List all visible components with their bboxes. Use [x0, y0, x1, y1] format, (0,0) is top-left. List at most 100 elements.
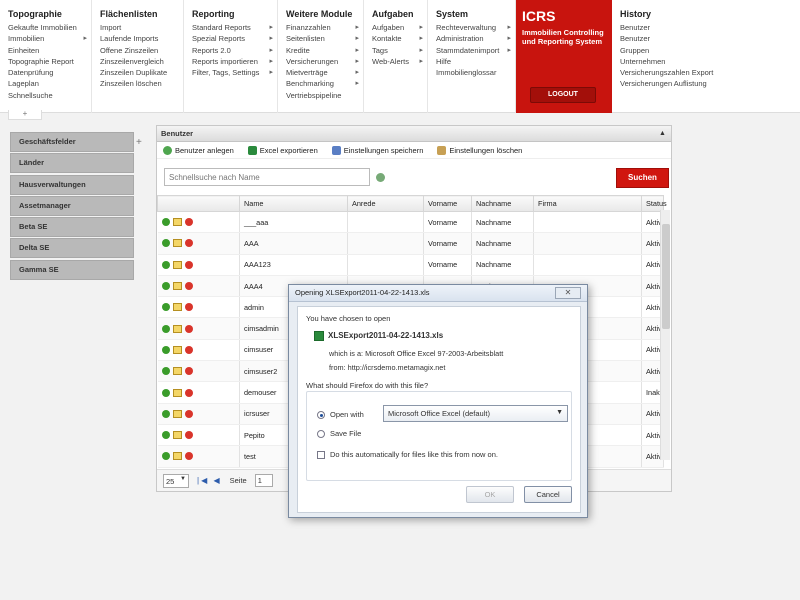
- delete-icon[interactable]: [184, 239, 193, 248]
- auto-action-checkbox[interactable]: [317, 451, 325, 459]
- edit-icon[interactable]: [172, 431, 182, 440]
- history-item[interactable]: Benutzer: [620, 33, 792, 44]
- menu-item[interactable]: Immobilien ▸: [8, 33, 87, 44]
- column-header[interactable]: Vorname: [423, 195, 472, 212]
- menu-item[interactable]: Vertriebspipeline: [286, 90, 355, 101]
- menu-item[interactable]: Seitenlisten ▸: [286, 33, 359, 44]
- activate-icon[interactable]: [161, 409, 170, 418]
- activate-icon[interactable]: [161, 239, 170, 248]
- menu-item[interactable]: Aufgaben ▸: [372, 22, 423, 33]
- menu-item[interactable]: Laufende Imports: [100, 33, 175, 44]
- menu-item[interactable]: Tags ▸: [372, 45, 423, 56]
- delete-icon[interactable]: [184, 282, 193, 291]
- sidebar-item[interactable]: Assetmanager: [10, 195, 134, 216]
- delete-icon[interactable]: [184, 431, 193, 440]
- activate-icon[interactable]: [161, 218, 170, 227]
- sidebar-item[interactable]: Hausverwaltungen: [10, 174, 134, 195]
- edit-icon[interactable]: [172, 345, 182, 354]
- edit-icon[interactable]: [172, 260, 182, 269]
- activate-icon[interactable]: [161, 388, 170, 397]
- menu-item[interactable]: Zinszeilen Duplikate: [100, 67, 175, 78]
- table-row[interactable]: ___aaa Vorname Nachname Aktiv: [157, 211, 664, 234]
- column-header[interactable]: Name: [239, 195, 348, 212]
- page-number-input[interactable]: 1: [254, 474, 273, 487]
- menu-item[interactable]: Datenprüfung: [8, 67, 83, 78]
- edit-icon[interactable]: [172, 452, 182, 461]
- delete-settings-button[interactable]: Einstellungen löschen: [437, 145, 522, 155]
- open-with-radio[interactable]: [317, 411, 325, 419]
- column-header[interactable]: Firma: [533, 195, 642, 212]
- edit-icon[interactable]: [172, 239, 182, 248]
- history-item[interactable]: Gruppen: [620, 45, 792, 56]
- search-go-icon[interactable]: [376, 173, 385, 182]
- menu-item[interactable]: Reports 2.0 ▸: [192, 45, 273, 56]
- menu-item[interactable]: Zinszeilenvergleich: [100, 56, 175, 67]
- menu-item[interactable]: Finanzzahlen ▸: [286, 22, 359, 33]
- menu-item[interactable]: Web-Alerts ▸: [372, 56, 423, 67]
- menu-item[interactable]: Zinszeilen löschen: [100, 78, 175, 89]
- activate-icon[interactable]: [161, 282, 170, 291]
- activate-icon[interactable]: [161, 431, 170, 440]
- delete-icon[interactable]: [184, 260, 193, 269]
- history-item[interactable]: Benutzer: [620, 22, 792, 33]
- menu-item[interactable]: Kredite ▸: [286, 45, 359, 56]
- quick-search-input[interactable]: [164, 168, 370, 186]
- table-row[interactable]: AAA123 Vorname Nachname Aktiv: [157, 254, 664, 276]
- history-item[interactable]: Versicherungszahlen Export: [620, 67, 792, 78]
- edit-icon[interactable]: [172, 218, 182, 227]
- save-settings-button[interactable]: Einstellungen speichern: [331, 145, 423, 155]
- column-header[interactable]: Anrede: [347, 195, 424, 212]
- menu-item[interactable]: Immobilienglossar: [436, 67, 507, 78]
- activate-icon[interactable]: [161, 367, 170, 376]
- activate-icon[interactable]: [161, 260, 170, 269]
- scrollbar-thumb[interactable]: [662, 224, 670, 329]
- delete-icon[interactable]: [184, 452, 193, 461]
- activate-icon[interactable]: [161, 345, 170, 354]
- close-icon[interactable]: ✕: [555, 287, 581, 299]
- edit-icon[interactable]: [172, 388, 182, 397]
- first-prev-page-icons[interactable]: |◀ ◀: [197, 476, 222, 485]
- menu-item[interactable]: Kontakte ▸: [372, 33, 423, 44]
- collapse-panel-icon[interactable]: ▲: [658, 129, 667, 138]
- table-scrollbar[interactable]: [660, 210, 670, 460]
- menu-heading[interactable]: Reporting: [192, 9, 269, 19]
- sidebar-toggle-icon[interactable]: +: [136, 137, 142, 148]
- menu-heading[interactable]: Aufgaben: [372, 9, 419, 19]
- menu-item[interactable]: Lageplan: [8, 78, 83, 89]
- menu-item[interactable]: Spezial Reports ▸: [192, 33, 273, 44]
- save-file-radio[interactable]: [317, 430, 325, 438]
- application-select[interactable]: Microsoft Office Excel (default) ▼: [383, 405, 568, 422]
- menu-item[interactable]: Gekaufte Immobilien: [8, 22, 83, 33]
- menu-item[interactable]: Stammdatenimport ▸: [436, 45, 511, 56]
- menu-item[interactable]: Topographie Report: [8, 56, 83, 67]
- menu-heading[interactable]: Topographie: [8, 9, 83, 19]
- column-header[interactable]: [157, 195, 240, 212]
- ok-button[interactable]: OK: [466, 486, 514, 503]
- cancel-button[interactable]: Cancel: [524, 486, 572, 503]
- menu-item[interactable]: Filter, Tags, Settings ▸: [192, 67, 273, 78]
- sidebar-item[interactable]: Länder: [10, 153, 134, 174]
- delete-icon[interactable]: [184, 218, 193, 227]
- sidebar-item[interactable]: Gamma SE: [10, 259, 134, 280]
- logout-button[interactable]: LOGOUT: [530, 87, 596, 103]
- activate-icon[interactable]: [161, 324, 170, 333]
- menu-item[interactable]: Offene Zinszeilen: [100, 45, 175, 56]
- delete-icon[interactable]: [184, 388, 193, 397]
- sidebar-item[interactable]: Delta SE: [10, 238, 134, 259]
- menu-item[interactable]: Mietverträge ▸: [286, 67, 359, 78]
- menu-item[interactable]: Rechteverwaltung ▸: [436, 22, 511, 33]
- activate-icon[interactable]: [161, 303, 170, 312]
- search-button[interactable]: Suchen: [616, 168, 669, 188]
- history-item[interactable]: Unternehmen: [620, 56, 792, 67]
- menu-heading[interactable]: System: [436, 9, 507, 19]
- delete-icon[interactable]: [184, 345, 193, 354]
- delete-icon[interactable]: [184, 324, 193, 333]
- activate-icon[interactable]: [161, 452, 170, 461]
- table-row[interactable]: AAA Vorname Nachname Aktiv: [157, 232, 664, 255]
- menu-item[interactable]: Schnellsuche: [8, 90, 83, 101]
- menu-item[interactable]: Standard Reports ▸: [192, 22, 273, 33]
- sidebar-item[interactable]: Geschäftsfelder: [10, 132, 134, 152]
- edit-icon[interactable]: [172, 324, 182, 333]
- create-user-button[interactable]: Benutzer anlegen: [163, 145, 234, 155]
- menu-item[interactable]: Benchmarking ▸: [286, 78, 359, 89]
